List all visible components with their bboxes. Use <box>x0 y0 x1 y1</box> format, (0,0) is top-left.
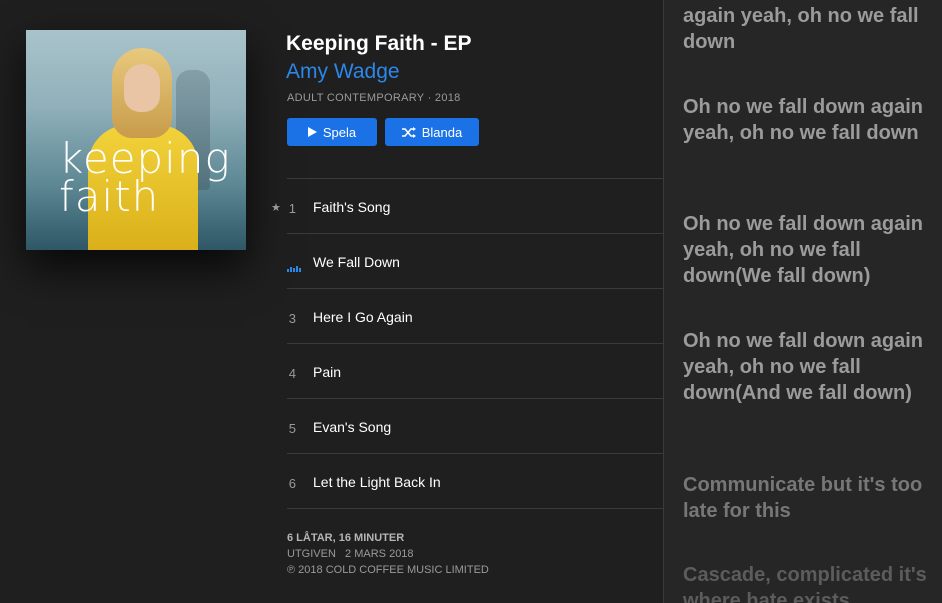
album-artwork[interactable]: keeping faith <box>26 30 246 250</box>
album-title: Keeping Faith - EP <box>286 32 472 55</box>
artist-link[interactable]: Amy Wadge <box>286 60 400 84</box>
track-number: 6 <box>288 476 296 491</box>
track-row[interactable]: 4 Pain <box>287 343 663 398</box>
artwork-face <box>124 64 160 112</box>
track-row[interactable]: 5 Evan's Song <box>287 398 663 453</box>
lyric-line: Communicate but it's too late for this <box>683 474 923 522</box>
artwork-title-text: keeping faith <box>59 134 231 221</box>
shuffle-icon <box>401 126 416 138</box>
album-genre-year: ADULT CONTEMPORARY · 2018 <box>287 92 461 104</box>
album-footer: 6 LÅTAR, 16 MINUTER UTGIVEN 2 MARS 2018 … <box>287 530 489 578</box>
track-row[interactable]: 6 Let the Light Back In <box>287 453 663 509</box>
track-list: ★ 1 Faith's Song We Fall Down 3 Here I G… <box>271 178 663 509</box>
track-name: Evan's Song <box>313 419 392 435</box>
lyric-line: Oh no we fall down again yeah, oh no we … <box>683 213 924 287</box>
track-name: Let the Light Back In <box>313 474 441 490</box>
copyright-notice: ℗ 2018 COLD COFFEE MUSIC LIMITED <box>287 564 489 576</box>
track-name: Pain <box>313 364 342 380</box>
track-name: Faith's Song <box>313 199 391 215</box>
lyric-line: Oh no we fall down again yeah, oh no we … <box>683 330 924 404</box>
shuffle-button-label: Blanda <box>421 124 463 140</box>
release-date: UTGIVEN 2 MARS 2018 <box>287 548 414 560</box>
track-number: 5 <box>288 421 296 436</box>
track-row-now-playing[interactable]: We Fall Down <box>287 233 663 288</box>
shuffle-button[interactable]: Blanda <box>385 118 479 146</box>
play-button-label: Spela <box>322 124 357 140</box>
track-name: Here I Go Again <box>313 309 413 325</box>
lyric-line: Cascade, complicated it's where hate exi… <box>683 564 927 603</box>
now-playing-equalizer-icon <box>287 262 301 272</box>
favorite-star-icon[interactable]: ★ <box>271 201 281 214</box>
track-number: 1 <box>288 201 296 216</box>
lyric-line: again yeah, oh no we fall down <box>683 5 919 53</box>
track-row[interactable]: ★ 1 Faith's Song <box>271 178 663 233</box>
lyric-line: Oh no we fall down again yeah, oh no we … <box>683 96 924 144</box>
lyrics-panel[interactable]: again yeah, oh no we fall down Oh no we … <box>664 0 942 603</box>
track-row[interactable]: 3 Here I Go Again <box>287 288 663 343</box>
play-icon <box>307 127 317 137</box>
track-count-duration: 6 LÅTAR, 16 MINUTER <box>287 532 405 544</box>
play-button[interactable]: Spela <box>287 118 377 146</box>
track-name: We Fall Down <box>313 254 400 270</box>
track-number: 4 <box>288 366 296 381</box>
track-number: 3 <box>288 311 296 326</box>
